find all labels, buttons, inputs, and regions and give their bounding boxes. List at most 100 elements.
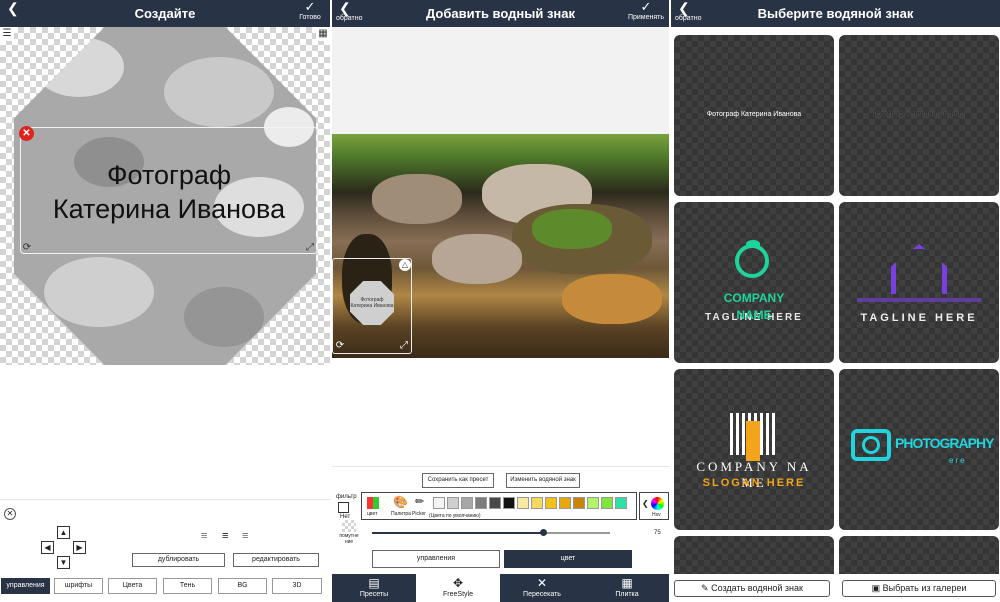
nav-cross[interactable]: ✕ Пересекать bbox=[500, 574, 584, 602]
create-watermark-label: Создать водяной знак bbox=[711, 583, 803, 593]
camera-lens-icon bbox=[862, 436, 880, 454]
watermark-thumbnail[interactable]: Фотограф Катерина Иванова △ ⟳ ⤢ bbox=[332, 258, 412, 354]
color-grid-icon[interactable] bbox=[367, 497, 379, 509]
color-swatch[interactable] bbox=[433, 497, 445, 509]
blur-icon[interactable] bbox=[342, 520, 356, 532]
rotate-icon[interactable]: ⟳ bbox=[333, 339, 347, 353]
nav-freestyle[interactable]: ✥ FreeStyle bbox=[416, 574, 500, 602]
tab-3d[interactable]: 3D bbox=[272, 578, 322, 594]
palette-label: Палитра bbox=[391, 511, 411, 517]
tab-fonts[interactable]: шрифты bbox=[54, 578, 103, 594]
picker-label: Picker bbox=[412, 511, 426, 517]
canvas-background bbox=[332, 27, 669, 134]
card-photography: PHOTOGRAPHY bbox=[895, 435, 994, 451]
color-swatch[interactable] bbox=[503, 497, 515, 509]
bottom-actions: ✎ Создать водяной знак ▣ Выбрать из гале… bbox=[671, 574, 1000, 602]
color-swatch[interactable] bbox=[587, 497, 599, 509]
color-swatch[interactable] bbox=[461, 497, 473, 509]
color-tab[interactable]: цвет bbox=[504, 550, 632, 568]
picker-icon[interactable]: ✏ bbox=[415, 495, 424, 508]
align-right-icon[interactable]: ≡ bbox=[242, 530, 248, 542]
save-preset-button[interactable]: Сохранить как пресет bbox=[422, 473, 494, 488]
arrow-left-button[interactable]: ◀ bbox=[41, 541, 54, 554]
watermark-card-6[interactable]: PHOTOGRAPHY ere bbox=[839, 369, 999, 530]
color-wheel-icon bbox=[651, 497, 664, 510]
cross-icon: ✕ bbox=[536, 576, 548, 590]
page-title: Добавить водный знак bbox=[425, 6, 576, 21]
watermark-line2: Катерина Иванова bbox=[52, 194, 286, 224]
card-name: NAME bbox=[736, 308, 772, 322]
layers-icon[interactable]: ☰ bbox=[0, 27, 14, 41]
card-tagline: TAGLINE HERE bbox=[860, 312, 978, 324]
create-watermark-button[interactable]: ✎ Создать водяной знак bbox=[674, 580, 830, 597]
color-swatch[interactable] bbox=[573, 497, 585, 509]
palette-icon[interactable]: 🎨 bbox=[393, 495, 408, 509]
filter-label: фильтр bbox=[336, 494, 357, 500]
watermark-text-box[interactable]: Фотограф Катерина Иванова bbox=[20, 127, 318, 254]
align-left-icon[interactable]: ≡ bbox=[201, 530, 207, 542]
choose-topbar: ❮ обратно Выберите водяной знак bbox=[671, 0, 1000, 27]
change-watermark-button[interactable]: Изменить водяной знак bbox=[506, 473, 580, 488]
color-swatch[interactable] bbox=[601, 497, 613, 509]
leaf-icon bbox=[746, 240, 760, 248]
color-swatch[interactable] bbox=[559, 497, 571, 509]
bottom-nav: ▤ Пресеты ✥ FreeStyle ✕ Пересекать ▦ Плитка bbox=[332, 574, 669, 602]
hsv-button[interactable]: ❮ Hsv bbox=[639, 492, 669, 520]
done-label: Готово bbox=[299, 14, 321, 21]
watermark-card-8[interactable] bbox=[839, 536, 999, 576]
align-center-icon[interactable]: ≡ bbox=[222, 530, 228, 542]
controls-tab[interactable]: управления bbox=[372, 550, 500, 568]
nav-presets-label: Пресеты bbox=[359, 591, 389, 598]
presets-icon: ▤ bbox=[368, 576, 380, 590]
color-swatch[interactable] bbox=[517, 497, 529, 509]
delete-icon[interactable]: ✕ bbox=[19, 126, 34, 141]
arrow-down-button[interactable]: ▼ bbox=[57, 556, 70, 569]
watermark-card-7[interactable] bbox=[674, 536, 834, 576]
color-swatch[interactable] bbox=[615, 497, 627, 509]
card-text: Фотограф Катерина Иванова bbox=[706, 111, 802, 118]
arrow-right-button[interactable]: ▶ bbox=[73, 541, 86, 554]
color-swatch[interactable] bbox=[489, 497, 501, 509]
watermark-card-5[interactable]: COMPANY NA ME SLOGAN HERE bbox=[674, 369, 834, 530]
choose-gallery-button[interactable]: ▣ Выбрать из галереи bbox=[842, 580, 996, 597]
pencil-orange bbox=[746, 421, 760, 461]
watermark-line1: Фотограф bbox=[106, 160, 232, 190]
duplicate-button[interactable]: дублировать bbox=[132, 553, 225, 567]
tab-bg[interactable]: BG bbox=[218, 578, 267, 594]
card-text: Фотограф Катерина Иванова bbox=[871, 111, 967, 118]
nav-tile[interactable]: ▦ Плитка bbox=[585, 574, 669, 602]
flip-icon[interactable]: △ bbox=[399, 259, 411, 271]
edit-button[interactable]: редактировать bbox=[233, 553, 319, 567]
check-icon: ✓ bbox=[640, 0, 652, 14]
watermark-card-3[interactable]: COMPANY TAGLINE HERE NAME bbox=[674, 202, 834, 363]
done-button[interactable]: ✓ Готово bbox=[293, 0, 327, 27]
pen-icon: ✎ bbox=[701, 583, 712, 593]
card-company: COMPANY NA bbox=[696, 459, 812, 474]
color-swatch[interactable] bbox=[545, 497, 557, 509]
tile-icon: ▦ bbox=[621, 576, 633, 590]
tab-shadow[interactable]: Тень bbox=[163, 578, 212, 594]
nav-presets[interactable]: ▤ Пресеты bbox=[332, 574, 416, 602]
watermark-card-2[interactable]: Фотограф Катерина Иванова bbox=[839, 35, 999, 196]
color-label: цвет bbox=[367, 511, 378, 517]
add-topbar: ❮ обратно Добавить водный знак ✓ Применя… bbox=[332, 0, 669, 27]
resize-icon[interactable]: ⤢ bbox=[397, 339, 411, 353]
color-swatch[interactable] bbox=[531, 497, 543, 509]
resize-icon[interactable]: ⤢ bbox=[303, 241, 317, 255]
apply-button[interactable]: ✓ Применять bbox=[626, 0, 666, 27]
close-icon[interactable]: ✕ bbox=[4, 508, 16, 520]
tab-controls[interactable]: управления bbox=[1, 578, 50, 594]
hsv-label: Hsv bbox=[652, 512, 661, 518]
rotate-icon[interactable]: ⟳ bbox=[20, 241, 34, 255]
no-filter-checkbox[interactable] bbox=[338, 502, 349, 513]
watermark-card-1[interactable]: Фотограф Катерина Иванова bbox=[674, 35, 834, 196]
color-swatch[interactable] bbox=[447, 497, 459, 509]
bottom-tabs: управления шрифты Цвета Тень BG 3D bbox=[0, 576, 330, 602]
grid-icon[interactable]: ▦ bbox=[316, 27, 330, 41]
color-swatch[interactable] bbox=[475, 497, 487, 509]
house-logo-icon bbox=[891, 244, 947, 294]
arrow-up-button[interactable]: ▲ bbox=[57, 526, 70, 539]
watermark-card-4[interactable]: TAGLINE HERE bbox=[839, 202, 999, 363]
tab-colors[interactable]: Цвета bbox=[108, 578, 157, 594]
canvas-background-bottom bbox=[332, 358, 669, 466]
